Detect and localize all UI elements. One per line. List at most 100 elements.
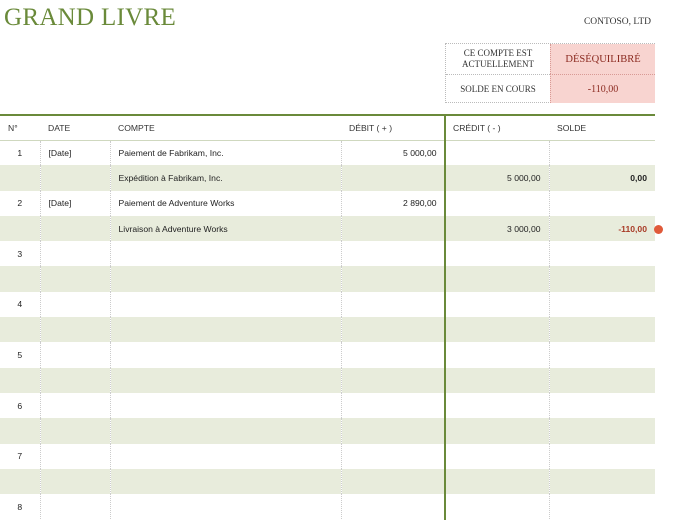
credit-cell[interactable] xyxy=(445,418,550,444)
account-cell[interactable] xyxy=(110,494,342,520)
date-cell[interactable] xyxy=(40,266,111,292)
row-number-cell[interactable]: 2 xyxy=(0,190,41,216)
credit-cell[interactable] xyxy=(445,342,550,368)
row-number-cell[interactable] xyxy=(0,266,41,292)
column-header-balance[interactable]: SOLDE xyxy=(549,116,655,141)
credit-cell[interactable] xyxy=(445,443,550,469)
credit-cell[interactable] xyxy=(445,317,550,343)
date-cell[interactable] xyxy=(40,392,111,419)
account-cell[interactable] xyxy=(110,266,342,292)
date-cell[interactable] xyxy=(40,443,111,469)
debit-cell[interactable] xyxy=(341,266,446,292)
row-number-cell[interactable] xyxy=(0,418,41,444)
table-row: 8 xyxy=(0,494,655,520)
row-number-cell[interactable] xyxy=(0,367,41,393)
account-cell[interactable] xyxy=(110,443,342,469)
row-number-cell[interactable] xyxy=(0,317,41,343)
debit-cell[interactable] xyxy=(341,317,446,343)
debit-cell[interactable] xyxy=(341,494,446,520)
row-number-cell[interactable]: 6 xyxy=(0,392,41,419)
row-number-cell[interactable] xyxy=(0,165,41,191)
credit-cell[interactable] xyxy=(445,291,550,318)
balance-cell[interactable] xyxy=(549,494,655,519)
credit-cell[interactable] xyxy=(445,392,550,419)
credit-cell[interactable] xyxy=(445,241,550,267)
balance-cell[interactable]: 0,00 xyxy=(549,165,655,191)
balance-cell[interactable] xyxy=(549,444,655,469)
date-cell[interactable] xyxy=(40,342,111,368)
account-cell[interactable] xyxy=(110,291,342,318)
credit-cell[interactable] xyxy=(445,266,550,292)
date-cell[interactable] xyxy=(40,468,111,495)
credit-cell[interactable] xyxy=(445,367,550,393)
date-cell[interactable] xyxy=(40,494,111,520)
column-header-date[interactable]: DATE xyxy=(40,116,110,141)
table-row: 6 xyxy=(0,392,655,419)
debit-cell[interactable] xyxy=(341,165,446,191)
account-cell[interactable] xyxy=(110,418,342,444)
row-number-cell[interactable]: 4 xyxy=(0,291,41,318)
credit-cell[interactable] xyxy=(445,468,550,495)
debit-cell[interactable] xyxy=(341,215,446,242)
balance-cell[interactable] xyxy=(549,140,655,165)
debit-cell[interactable] xyxy=(341,418,446,444)
credit-cell[interactable] xyxy=(445,494,550,520)
balance-cell[interactable] xyxy=(549,418,655,444)
account-cell[interactable] xyxy=(110,392,342,419)
date-cell[interactable] xyxy=(40,367,111,393)
row-number-cell[interactable]: 3 xyxy=(0,241,41,267)
balance-cell[interactable] xyxy=(549,241,655,266)
debit-cell[interactable] xyxy=(341,241,446,267)
row-number-cell[interactable]: 1 xyxy=(0,140,41,166)
debit-cell[interactable] xyxy=(341,468,446,495)
account-cell[interactable] xyxy=(110,317,342,343)
date-cell[interactable] xyxy=(40,291,111,318)
account-cell[interactable] xyxy=(110,367,342,393)
date-cell[interactable] xyxy=(40,165,111,191)
balance-cell[interactable]: -110,00 xyxy=(549,215,655,242)
balance-cell[interactable] xyxy=(549,367,655,393)
column-header-account[interactable]: COMPTE xyxy=(110,116,341,141)
balance-cell[interactable] xyxy=(549,342,655,367)
account-cell[interactable]: Paiement de Fabrikam, Inc. xyxy=(110,140,342,166)
debit-cell[interactable]: 5 000,00 xyxy=(341,140,446,166)
date-cell[interactable] xyxy=(40,215,111,242)
running-balance-value[interactable]: -110,00 xyxy=(550,74,655,103)
account-cell[interactable]: Livraison à Adventure Works xyxy=(110,215,342,242)
credit-cell[interactable]: 5 000,00 xyxy=(445,165,550,191)
row-number-cell[interactable] xyxy=(0,215,41,242)
column-header-credit[interactable]: CRÉDIT ( - ) xyxy=(445,116,549,141)
balance-cell[interactable] xyxy=(549,191,655,216)
balance-cell[interactable] xyxy=(549,266,655,292)
row-number-cell[interactable]: 7 xyxy=(0,443,41,469)
date-cell[interactable] xyxy=(40,241,111,267)
date-cell[interactable] xyxy=(40,418,111,444)
row-number-cell[interactable]: 8 xyxy=(0,494,41,520)
column-header-debit[interactable]: DÉBIT ( + ) xyxy=(341,116,445,141)
account-cell[interactable] xyxy=(110,342,342,368)
balance-cell[interactable] xyxy=(549,393,655,418)
account-cell[interactable]: Expédition à Fabrikam, Inc. xyxy=(110,165,342,191)
column-header-number[interactable]: N° xyxy=(0,116,40,141)
account-cell[interactable]: Paiement de Adventure Works xyxy=(110,190,342,216)
debit-cell[interactable] xyxy=(341,367,446,393)
balance-cell[interactable] xyxy=(549,292,655,317)
credit-cell[interactable] xyxy=(445,140,550,166)
account-cell[interactable] xyxy=(110,468,342,495)
debit-cell[interactable] xyxy=(341,342,446,368)
debit-cell[interactable] xyxy=(341,291,446,318)
row-number-cell[interactable] xyxy=(0,468,41,495)
account-cell[interactable] xyxy=(110,241,342,267)
debit-cell[interactable] xyxy=(341,443,446,469)
debit-cell[interactable]: 2 890,00 xyxy=(341,190,446,216)
date-cell[interactable] xyxy=(40,317,111,343)
date-cell[interactable]: [Date] xyxy=(40,190,111,216)
balance-cell[interactable] xyxy=(549,317,655,343)
credit-cell[interactable] xyxy=(445,190,550,216)
balance-cell[interactable] xyxy=(549,468,655,495)
credit-cell[interactable]: 3 000,00 xyxy=(445,215,550,242)
debit-cell[interactable] xyxy=(341,392,446,419)
date-cell[interactable]: [Date] xyxy=(40,140,111,166)
account-status-value[interactable]: DÉSÉQUILIBRÉ xyxy=(550,44,655,74)
row-number-cell[interactable]: 5 xyxy=(0,342,41,368)
